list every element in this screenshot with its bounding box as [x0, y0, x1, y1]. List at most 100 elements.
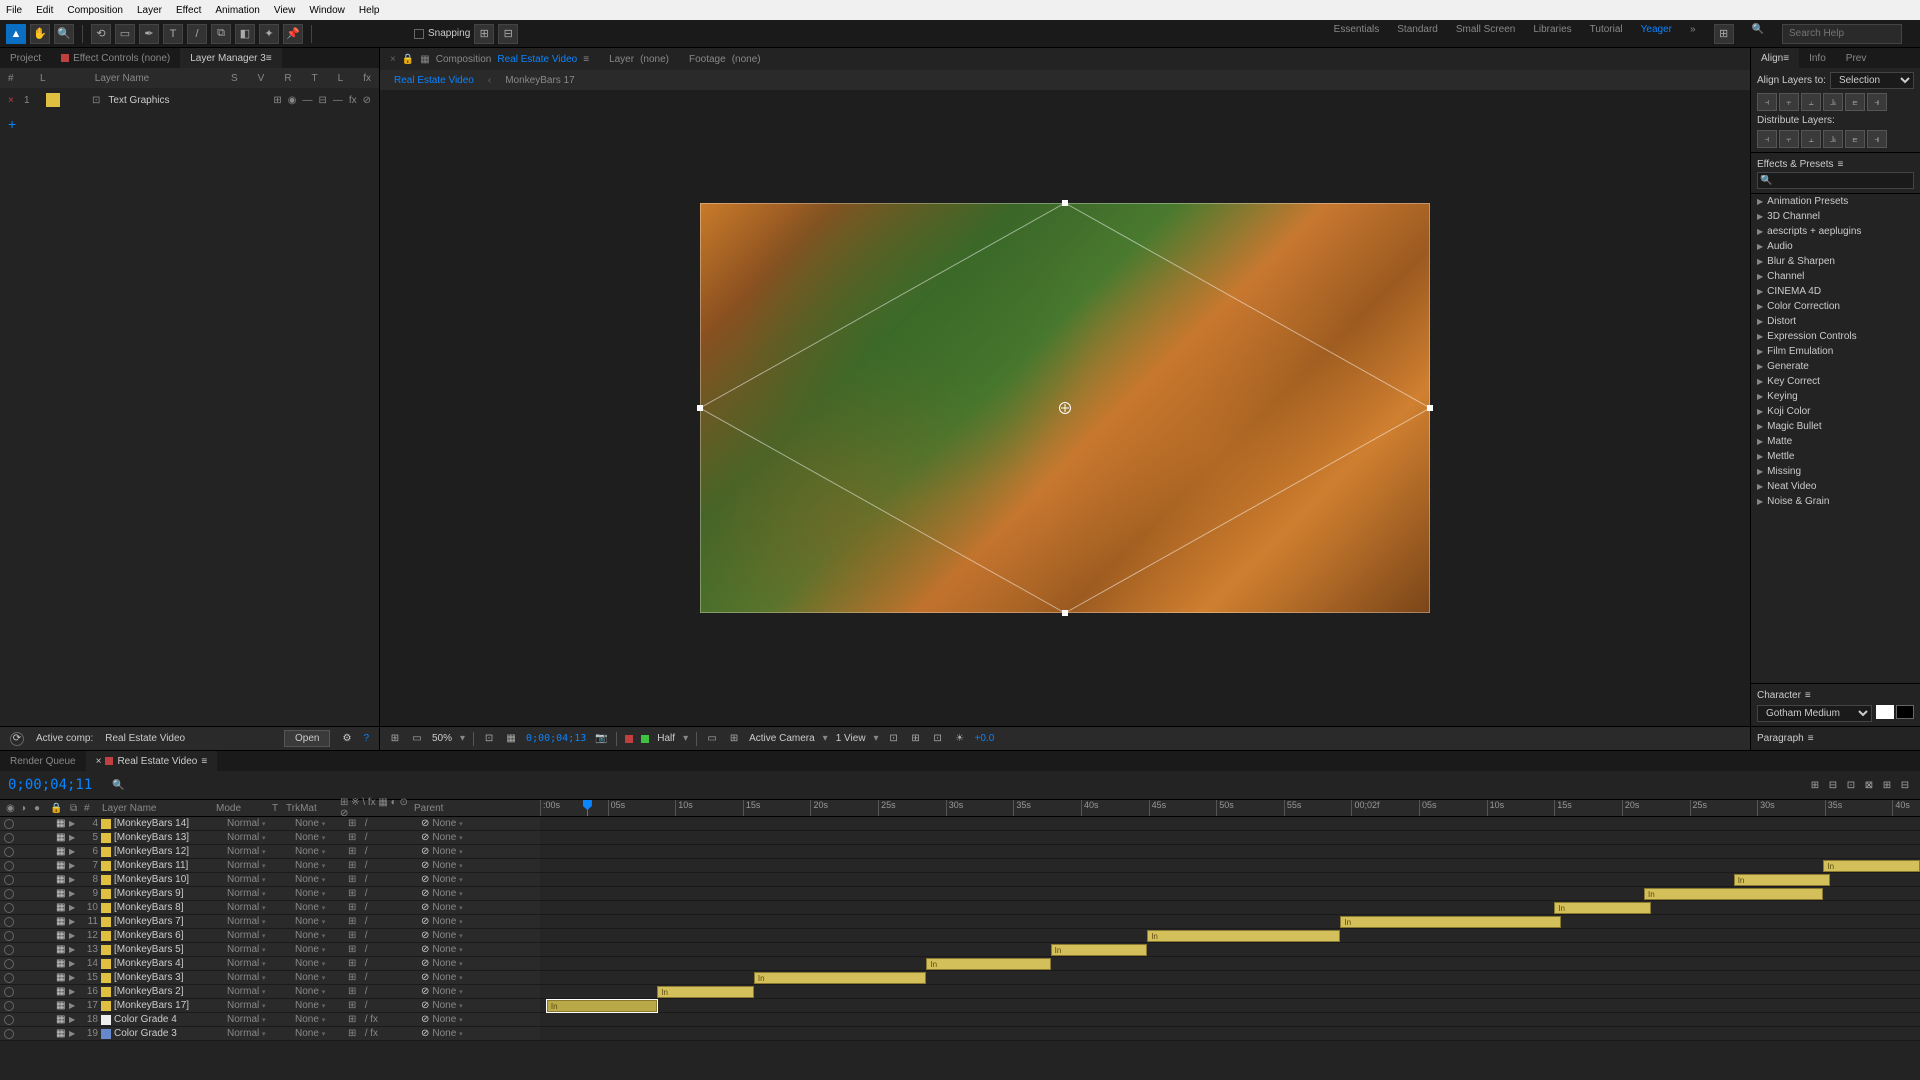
trkmat[interactable]: None ▾ [295, 972, 345, 983]
close-icon[interactable]: × [8, 95, 16, 106]
dist-vcenter[interactable]: ⫟ [1779, 130, 1799, 148]
expand-arrow[interactable]: ▶ [69, 1001, 77, 1010]
expand-arrow[interactable]: ▶ [69, 833, 77, 842]
visibility-toggle[interactable] [4, 819, 14, 829]
fx-category[interactable]: ▶ Generate [1751, 359, 1920, 374]
fx-category[interactable]: ▶ Expression Controls [1751, 329, 1920, 344]
search-icon[interactable]: 🔍 [112, 780, 124, 791]
fx-category[interactable]: ▶ Magic Bullet [1751, 419, 1920, 434]
visibility-toggle[interactable] [4, 973, 14, 983]
blend-mode[interactable]: Normal ▾ [227, 860, 279, 871]
layer-name[interactable]: [MonkeyBars 4] [114, 958, 224, 969]
visibility-toggle[interactable] [4, 931, 14, 941]
layer-name[interactable]: Color Grade 4 [114, 1014, 224, 1025]
handle-top[interactable] [1062, 200, 1068, 206]
layer-switches[interactable]: ⊞ / [348, 888, 418, 899]
help-icon[interactable]: ? [363, 733, 369, 744]
switch-icon[interactable]: ⊞ [273, 95, 281, 106]
parent-pick[interactable]: ⊘ [421, 916, 429, 927]
layer-bar[interactable]: In [1340, 916, 1561, 928]
clone-tool[interactable]: ⧉ [211, 24, 231, 44]
blend-mode[interactable]: Normal ▾ [227, 874, 279, 885]
expand-arrow[interactable]: ▶ [69, 987, 77, 996]
layer-switches[interactable]: ⊞ / [348, 972, 418, 983]
workspace-reset[interactable]: ⊞ [1714, 24, 1734, 44]
parent-pick[interactable]: ⊘ [421, 860, 429, 871]
puppet-tool[interactable]: 📌 [283, 24, 303, 44]
layer-name[interactable]: Color Grade 3 [114, 1028, 224, 1039]
visibility-toggle[interactable] [4, 959, 14, 969]
handle-left[interactable] [697, 405, 703, 411]
expand-arrow[interactable]: ▶ [69, 1015, 77, 1024]
parent-drop[interactable]: None ▾ [432, 958, 482, 969]
trkmat[interactable]: None ▾ [295, 1000, 345, 1011]
visibility-toggle[interactable] [4, 903, 14, 913]
snapping-checkbox[interactable] [414, 29, 424, 39]
mask-icon[interactable]: ▭ [410, 732, 424, 746]
visibility-toggle[interactable] [4, 847, 14, 857]
solo-icon[interactable]: — [302, 95, 312, 106]
layer-color[interactable] [101, 1001, 111, 1011]
gear-icon[interactable]: ⚙ [342, 733, 351, 744]
align-vcenter[interactable]: ⫢ [1845, 93, 1865, 111]
fx-category[interactable]: ▶ Channel [1751, 269, 1920, 284]
zoom-tool[interactable]: 🔍 [54, 24, 74, 44]
layer-name[interactable]: [MonkeyBars 17] [114, 1000, 224, 1011]
pixel-icon[interactable]: ⊡ [887, 732, 901, 746]
trkmat[interactable]: None ▾ [295, 986, 345, 997]
zoom-level[interactable]: 50% [432, 733, 452, 744]
parent-drop[interactable]: None ▾ [432, 818, 482, 829]
menu-window[interactable]: Window [309, 5, 345, 16]
timeline-layer-row[interactable]: ▦▶9[MonkeyBars 9]Normal ▾None ▾⊞ / ⊘None… [0, 887, 1920, 901]
dist-right[interactable]: ⫣ [1867, 130, 1887, 148]
menu-help[interactable]: Help [359, 5, 380, 16]
blend-mode[interactable]: Normal ▾ [227, 818, 279, 829]
workspace-essentials[interactable]: Essentials [1334, 24, 1380, 44]
timeline-layer-row[interactable]: ▦▶7[MonkeyBars 11]Normal ▾None ▾⊞ / ⊘Non… [0, 859, 1920, 873]
fx-category[interactable]: ▶ Key Correct [1751, 374, 1920, 389]
trkmat[interactable]: None ▾ [295, 1014, 345, 1025]
fx-category[interactable]: ▶ 3D Channel [1751, 209, 1920, 224]
tab-layer-manager[interactable]: Layer Manager 3 ≡ [180, 48, 281, 68]
layer-color[interactable] [101, 959, 111, 969]
blend-mode[interactable]: Normal ▾ [227, 1028, 279, 1039]
parent-drop[interactable]: None ▾ [432, 846, 482, 857]
parent-pick[interactable]: ⊘ [421, 930, 429, 941]
subtab-monkeybars[interactable]: MonkeyBars 17 [505, 75, 574, 86]
layer-name[interactable]: [MonkeyBars 10] [114, 874, 224, 885]
layer-color[interactable] [101, 903, 111, 913]
layer-color[interactable] [101, 931, 111, 941]
tab-align[interactable]: Align ≡ [1751, 48, 1799, 68]
tl-icon6[interactable]: ⊟ [1898, 778, 1912, 792]
tl-icon4[interactable]: ⊠ [1862, 778, 1876, 792]
fast-icon[interactable]: ⊞ [909, 732, 923, 746]
res-icon[interactable]: ⊡ [482, 732, 496, 746]
blend-mode[interactable]: Normal ▾ [227, 1014, 279, 1025]
trkmat[interactable]: None ▾ [295, 860, 345, 871]
timeline-layer-row[interactable]: ▦▶12[MonkeyBars 6]Normal ▾None ▾⊞ / ⊘Non… [0, 929, 1920, 943]
layer-name[interactable]: [MonkeyBars 7] [114, 916, 224, 927]
layer-switches[interactable]: ⊞ / [348, 916, 418, 927]
roi-icon[interactable]: ▭ [705, 732, 719, 746]
playhead[interactable] [587, 800, 588, 816]
fx-category[interactable]: ▶ Mettle [1751, 449, 1920, 464]
time-icon[interactable]: ⊡ [931, 732, 945, 746]
parent-drop[interactable]: None ▾ [432, 888, 482, 899]
brush-tool[interactable]: / [187, 24, 207, 44]
layer-switches[interactable]: ⊞ / [348, 818, 418, 829]
align-bottom[interactable]: ⫣ [1867, 93, 1887, 111]
fx-category[interactable]: ▶ Distort [1751, 314, 1920, 329]
expand-arrow[interactable]: ▶ [69, 903, 77, 912]
text-tool[interactable]: T [163, 24, 183, 44]
tab-effect-controls[interactable]: Effect Controls (none) [51, 48, 180, 68]
layer-switches[interactable]: ⊞ / [348, 874, 418, 885]
selection-tool[interactable]: ▲ [6, 24, 26, 44]
trkmat[interactable]: None ▾ [295, 888, 345, 899]
timeline-layer-row[interactable]: ▦▶14[MonkeyBars 4]Normal ▾None ▾⊞ / ⊘Non… [0, 957, 1920, 971]
workspace-tutorial[interactable]: Tutorial [1590, 24, 1623, 44]
snap-opts2[interactable]: ⊟ [498, 24, 518, 44]
exposure-value[interactable]: +0.0 [975, 733, 995, 744]
parent-pick[interactable]: ⊘ [421, 874, 429, 885]
layer-color[interactable] [101, 1029, 111, 1039]
tab-prev[interactable]: Prev [1836, 48, 1877, 68]
